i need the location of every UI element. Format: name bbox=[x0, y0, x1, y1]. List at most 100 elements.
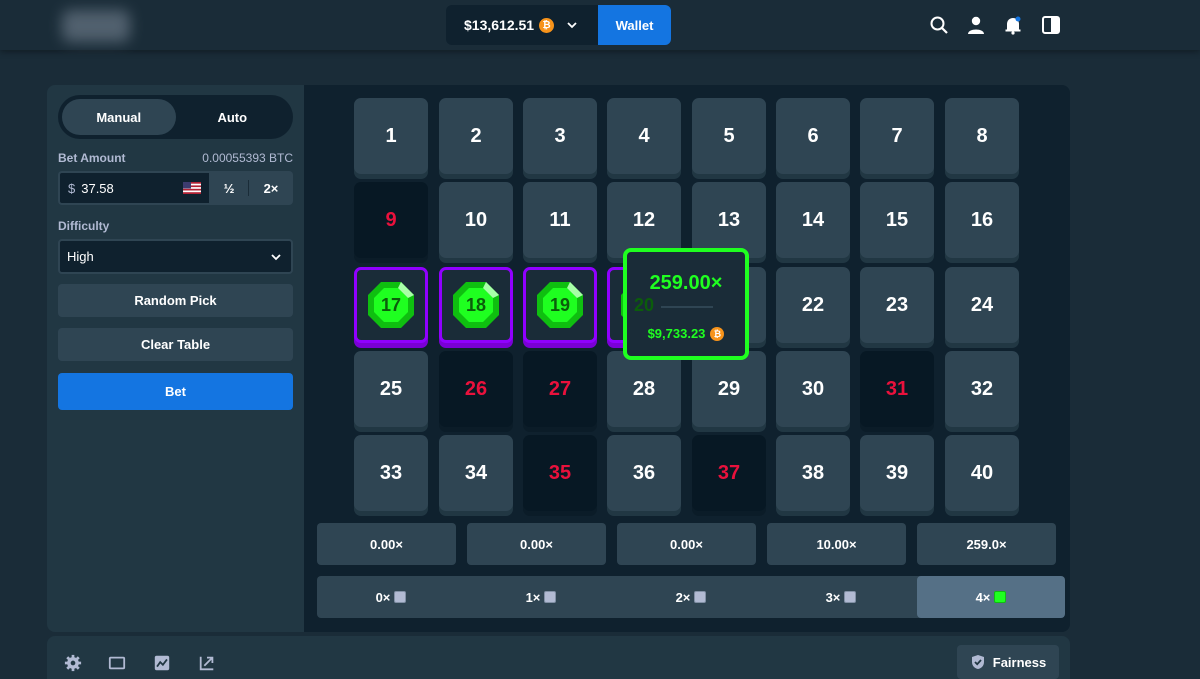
live-stats-icon[interactable] bbox=[153, 654, 171, 672]
user-icon[interactable] bbox=[966, 15, 986, 35]
sidebar-toggle-icon[interactable] bbox=[1041, 15, 1061, 35]
tab-manual[interactable]: Manual bbox=[62, 99, 176, 135]
site-logo[interactable] bbox=[62, 10, 130, 42]
keno-tile[interactable]: 39 bbox=[860, 435, 934, 511]
hit-count-cell: 1× bbox=[467, 576, 615, 618]
keno-tile[interactable]: 10 bbox=[439, 182, 513, 258]
keno-tile[interactable]: 19 bbox=[523, 267, 597, 343]
search-icon[interactable] bbox=[929, 15, 949, 35]
keno-tile[interactable]: 1 bbox=[354, 98, 428, 174]
fairness-button[interactable]: Fairness bbox=[957, 645, 1059, 679]
bet-amount-input[interactable]: $ 37.58 bbox=[58, 171, 209, 205]
wallet-button[interactable]: Wallet bbox=[598, 5, 671, 45]
green-gem-icon bbox=[994, 591, 1007, 603]
keno-tile[interactable]: 37 bbox=[692, 435, 766, 511]
keno-tile[interactable]: 4 bbox=[607, 98, 681, 174]
gray-gem-icon bbox=[544, 591, 557, 603]
keno-tile[interactable]: 31 bbox=[860, 351, 934, 427]
keno-tile[interactable]: 17 bbox=[354, 267, 428, 343]
keno-tile[interactable]: 22 bbox=[776, 267, 850, 343]
tile-number: 30 bbox=[801, 377, 825, 400]
tile-number: 14 bbox=[801, 208, 825, 231]
payout-amount: $9,733.23 bbox=[647, 326, 706, 341]
keno-tile[interactable]: 12 bbox=[607, 182, 681, 258]
shield-check-icon bbox=[971, 655, 984, 669]
payout-multiplier-cell: 0.00× bbox=[467, 523, 606, 565]
tile-number: 36 bbox=[632, 461, 656, 484]
gray-gem-icon bbox=[844, 591, 857, 603]
tile-number: 17 bbox=[380, 294, 402, 315]
keno-tile[interactable]: 25 bbox=[354, 351, 428, 427]
keno-tile[interactable]: 38 bbox=[776, 435, 850, 511]
random-pick-button[interactable]: Random Pick bbox=[58, 284, 293, 317]
currency-prefix: $ bbox=[68, 180, 76, 196]
keno-tile[interactable]: 16 bbox=[945, 182, 1019, 258]
bet-button[interactable]: Bet bbox=[58, 373, 293, 410]
tile-number: 7 bbox=[891, 124, 903, 147]
keno-tile[interactable]: 28 bbox=[607, 351, 681, 427]
keno-tile[interactable]: 26 bbox=[439, 351, 513, 427]
tile-number: 24 bbox=[970, 293, 994, 316]
bet-control-panel: Manual Auto Bet Amount 0.00055393 BTC $ … bbox=[47, 85, 304, 632]
keno-tile[interactable]: 14 bbox=[776, 182, 850, 258]
keno-tile[interactable]: 9 bbox=[354, 182, 428, 258]
tab-auto[interactable]: Auto bbox=[176, 99, 290, 135]
balance-amount: $13,612.51 bbox=[464, 17, 535, 33]
keno-tile[interactable]: 24 bbox=[945, 267, 1019, 343]
balance-selector[interactable]: $13,612.51 ₿ bbox=[446, 5, 598, 45]
tile-number: 39 bbox=[885, 461, 909, 484]
double-bet-button[interactable]: 2× bbox=[249, 171, 293, 205]
keno-tile[interactable]: 35 bbox=[523, 435, 597, 511]
tile-number: 4 bbox=[638, 124, 650, 147]
notification-bell-icon[interactable] bbox=[1003, 15, 1023, 35]
tile-number: 38 bbox=[801, 461, 825, 484]
tile-number: 32 bbox=[970, 377, 994, 400]
tile-number: 16 bbox=[970, 208, 994, 231]
bitcoin-icon: ₿ bbox=[710, 326, 725, 341]
tile-number: 37 bbox=[717, 461, 741, 484]
theatre-mode-icon[interactable] bbox=[108, 654, 126, 672]
keno-tile[interactable]: 36 bbox=[607, 435, 681, 511]
keno-tile[interactable]: 27 bbox=[523, 351, 597, 427]
keno-tile[interactable]: 40 bbox=[945, 435, 1019, 511]
keno-tile[interactable]: 30 bbox=[776, 351, 850, 427]
tile-number: 31 bbox=[885, 377, 909, 400]
payout-multiplier-cell: 0.00× bbox=[617, 523, 756, 565]
keno-tile[interactable]: 5 bbox=[692, 98, 766, 174]
keno-tile[interactable]: 8 bbox=[945, 98, 1019, 174]
payout-multiplier-cell: 0.00× bbox=[317, 523, 456, 565]
fairness-label: Fairness bbox=[992, 654, 1047, 670]
mode-toggle: Manual Auto bbox=[58, 95, 293, 139]
keno-tile[interactable]: 32 bbox=[945, 351, 1019, 427]
keno-tile[interactable]: 29 bbox=[692, 351, 766, 427]
tile-number: 35 bbox=[548, 461, 572, 484]
half-bet-button[interactable]: ½ bbox=[209, 171, 249, 205]
clear-table-button[interactable]: Clear Table bbox=[58, 328, 293, 361]
keno-tile[interactable]: 23 bbox=[860, 267, 934, 343]
payout-divider bbox=[661, 306, 713, 308]
hit-count-label: 2× bbox=[675, 589, 691, 605]
hit-count-cell: 4× bbox=[917, 576, 1065, 618]
hit-count-label: 3× bbox=[825, 589, 841, 605]
hit-count-label: 4× bbox=[975, 589, 991, 605]
settings-gear-icon[interactable] bbox=[64, 654, 82, 672]
tile-number: 34 bbox=[464, 461, 488, 484]
difficulty-select[interactable]: High bbox=[58, 239, 293, 274]
popout-icon[interactable] bbox=[198, 654, 216, 672]
keno-tile[interactable]: 6 bbox=[776, 98, 850, 174]
tile-number: 18 bbox=[465, 294, 487, 315]
tile-number: 13 bbox=[717, 208, 741, 231]
bet-amount-value: 37.58 bbox=[81, 180, 114, 196]
keno-tile[interactable]: 3 bbox=[523, 98, 597, 174]
tile-number: 6 bbox=[807, 124, 819, 147]
hit-count-cell: 3× bbox=[767, 576, 915, 618]
bet-amount-btc: 0.00055393 BTC bbox=[202, 151, 293, 165]
keno-tile[interactable]: 2 bbox=[439, 98, 513, 174]
keno-tile[interactable]: 7 bbox=[860, 98, 934, 174]
keno-tile[interactable]: 34 bbox=[439, 435, 513, 511]
keno-tile[interactable]: 11 bbox=[523, 182, 597, 258]
keno-tile[interactable]: 15 bbox=[860, 182, 934, 258]
keno-tile[interactable]: 33 bbox=[354, 435, 428, 511]
keno-tile[interactable]: 13 bbox=[692, 182, 766, 258]
keno-tile[interactable]: 18 bbox=[439, 267, 513, 343]
